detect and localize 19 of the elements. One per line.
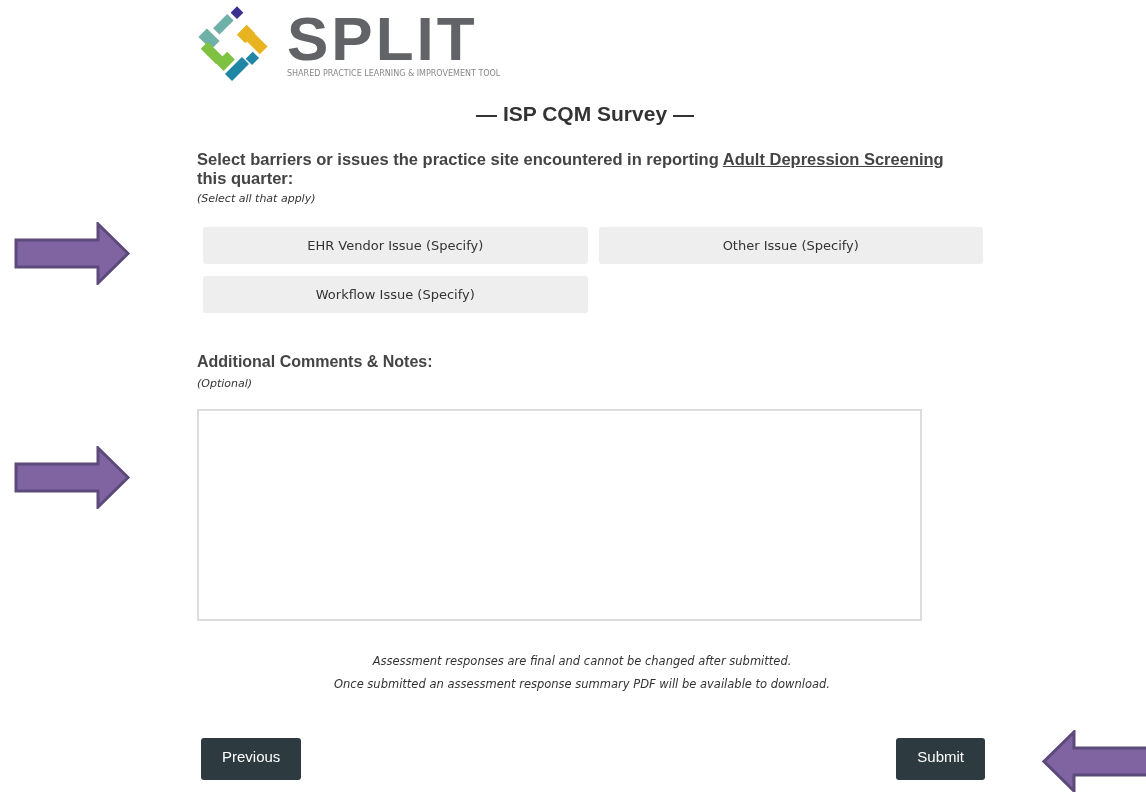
logo-tagline: SHARED PRACTICE LEARNING & IMPROVEMENT TOOL	[287, 69, 501, 79]
arrow-icon	[14, 222, 131, 285]
notice-text: Assessment responses are final and cannot be changed after submitted.	[372, 652, 792, 670]
submit-button[interactable]: Submit	[896, 738, 985, 780]
measure-link[interactable]: Adult Depression Screening	[722, 149, 944, 168]
question-hint: (Select all that apply)	[197, 190, 317, 207]
question-prompt: Select barriers or issues the practice site encountered in reporting Adult Depression Screening this quarter:	[197, 149, 945, 188]
option-button[interactable]: Workflow Issue (Specify)	[203, 276, 588, 313]
previous-button[interactable]: Previous	[201, 738, 302, 780]
comments-field[interactable]	[197, 408, 922, 621]
survey-title: — ISP CQM Survey —	[475, 101, 695, 127]
logo-wordmark: SPLIT	[287, 9, 478, 69]
comments-hint: (Optional)	[197, 376, 254, 392]
arrow-icon	[14, 446, 131, 509]
option-button[interactable]: Other Issue (Specify)	[598, 227, 983, 264]
option-button[interactable]: EHR Vendor Issue (Specify)	[203, 227, 588, 264]
arrow-icon	[1042, 730, 1146, 792]
comments-label: Additional Comments & Notes:	[197, 352, 434, 372]
notice-text: Once submitted an assessment response summary PDF will be available to download.	[333, 675, 831, 693]
